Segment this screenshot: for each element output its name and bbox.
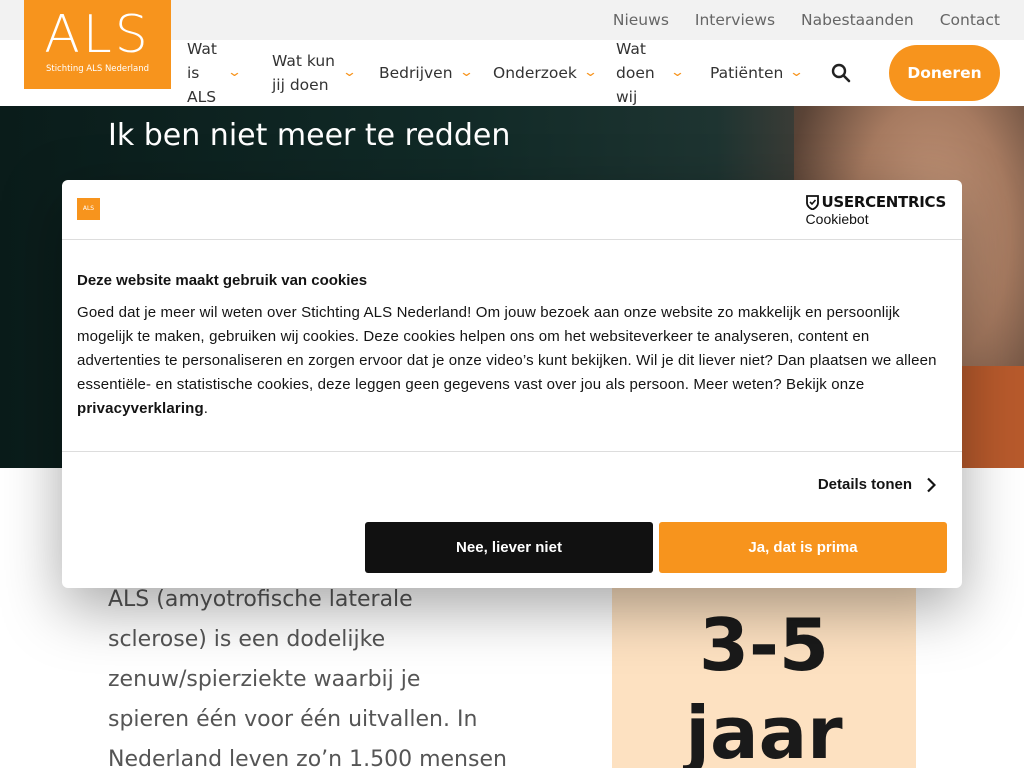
usercentrics-brand[interactable]: USERCENTRICS Cookiebot bbox=[805, 193, 947, 227]
hero-title: Ik ben niet meer te redden bbox=[108, 118, 511, 153]
nav-item-wat-is-als[interactable]: Wat is ALS ⌄ bbox=[187, 40, 247, 106]
nav-label: Wat doen wij bbox=[616, 40, 655, 106]
details-toggle[interactable]: Details tonen bbox=[818, 476, 936, 493]
nav-label: Wat kun jij doen bbox=[272, 52, 335, 94]
nav-item-patienten[interactable]: Patiënten ⌄ bbox=[710, 40, 805, 106]
usercentrics-label: USERCENTRICS bbox=[821, 193, 947, 211]
chevron-down-icon: ⌄ bbox=[582, 65, 598, 80]
chevron-down-icon: ⌄ bbox=[458, 65, 474, 80]
cookiebot-label: Cookiebot bbox=[805, 211, 869, 227]
stat-card: 3-5 jaar bbox=[612, 582, 916, 768]
nav-label: Patiënten bbox=[710, 64, 784, 82]
chevron-down-icon: ⌄ bbox=[341, 65, 358, 80]
cookie-body-end: . bbox=[203, 400, 209, 417]
utility-link-interviews[interactable]: Interviews bbox=[695, 11, 775, 29]
privacy-link[interactable]: privacyverklaring bbox=[77, 400, 204, 417]
nav-label: Wat is ALS bbox=[187, 40, 217, 106]
search-icon[interactable] bbox=[830, 62, 852, 84]
deny-cookies-button[interactable]: Nee, liever niet bbox=[365, 522, 653, 573]
chevron-down-icon: ⌄ bbox=[789, 65, 805, 80]
nav-item-wat-kun-jij-doen[interactable]: Wat kun jij doen ⌄ bbox=[272, 40, 362, 106]
chevron-right-icon bbox=[927, 477, 936, 492]
nav-item-bedrijven[interactable]: Bedrijven ⌄ bbox=[379, 40, 474, 106]
cookie-dialog-text: Goed dat je meer wil weten over Stichtin… bbox=[77, 301, 947, 421]
cookie-dialog-title: Deze website maakt gebruik van cookies bbox=[77, 272, 368, 289]
shield-icon bbox=[805, 194, 819, 210]
accept-cookies-button[interactable]: Ja, dat is prima bbox=[659, 522, 947, 573]
als-logo[interactable]: ALS Stichting ALS Nederland bbox=[24, 0, 171, 89]
cookie-body-text: Goed dat je meer wil weten over Stichtin… bbox=[77, 304, 937, 393]
cookie-dialog-header: ALS USERCENTRICS Cookiebot bbox=[62, 180, 962, 240]
stat-unit: jaar bbox=[685, 691, 843, 768]
utility-nav: Nieuws Interviews Nabestaanden Contact bbox=[613, 0, 1000, 40]
intro-text: ALS (amyotrofische laterale sclerose) is… bbox=[108, 587, 507, 768]
usercentrics-wordmark: USERCENTRICS bbox=[805, 193, 947, 211]
logo-mark: ALS bbox=[44, 5, 151, 65]
utility-link-nieuws[interactable]: Nieuws bbox=[613, 11, 669, 29]
nav-label: Onderzoek bbox=[493, 64, 577, 82]
nav-item-wat-doen-wij[interactable]: Wat doen wij ⌄ bbox=[616, 40, 686, 106]
stat-value: 3-5 bbox=[698, 603, 830, 687]
utility-link-contact[interactable]: Contact bbox=[940, 11, 1000, 29]
als-small-logo: ALS bbox=[77, 198, 100, 220]
cookie-dialog-body: Deze website maakt gebruik van cookies G… bbox=[62, 240, 962, 452]
logo-subtitle: Stichting ALS Nederland bbox=[45, 64, 150, 74]
utility-link-nabestaanden[interactable]: Nabestaanden bbox=[801, 11, 914, 29]
chevron-down-icon: ⌄ bbox=[226, 65, 243, 80]
cookie-dialog: ALS USERCENTRICS Cookiebot Deze website … bbox=[62, 180, 962, 588]
donate-button[interactable]: Doneren bbox=[889, 45, 1000, 101]
nav-item-onderzoek[interactable]: Onderzoek ⌄ bbox=[493, 40, 598, 106]
chevron-down-icon: ⌄ bbox=[669, 65, 686, 80]
details-label: Details tonen bbox=[817, 476, 912, 493]
nav-label: Bedrijven bbox=[379, 64, 453, 82]
